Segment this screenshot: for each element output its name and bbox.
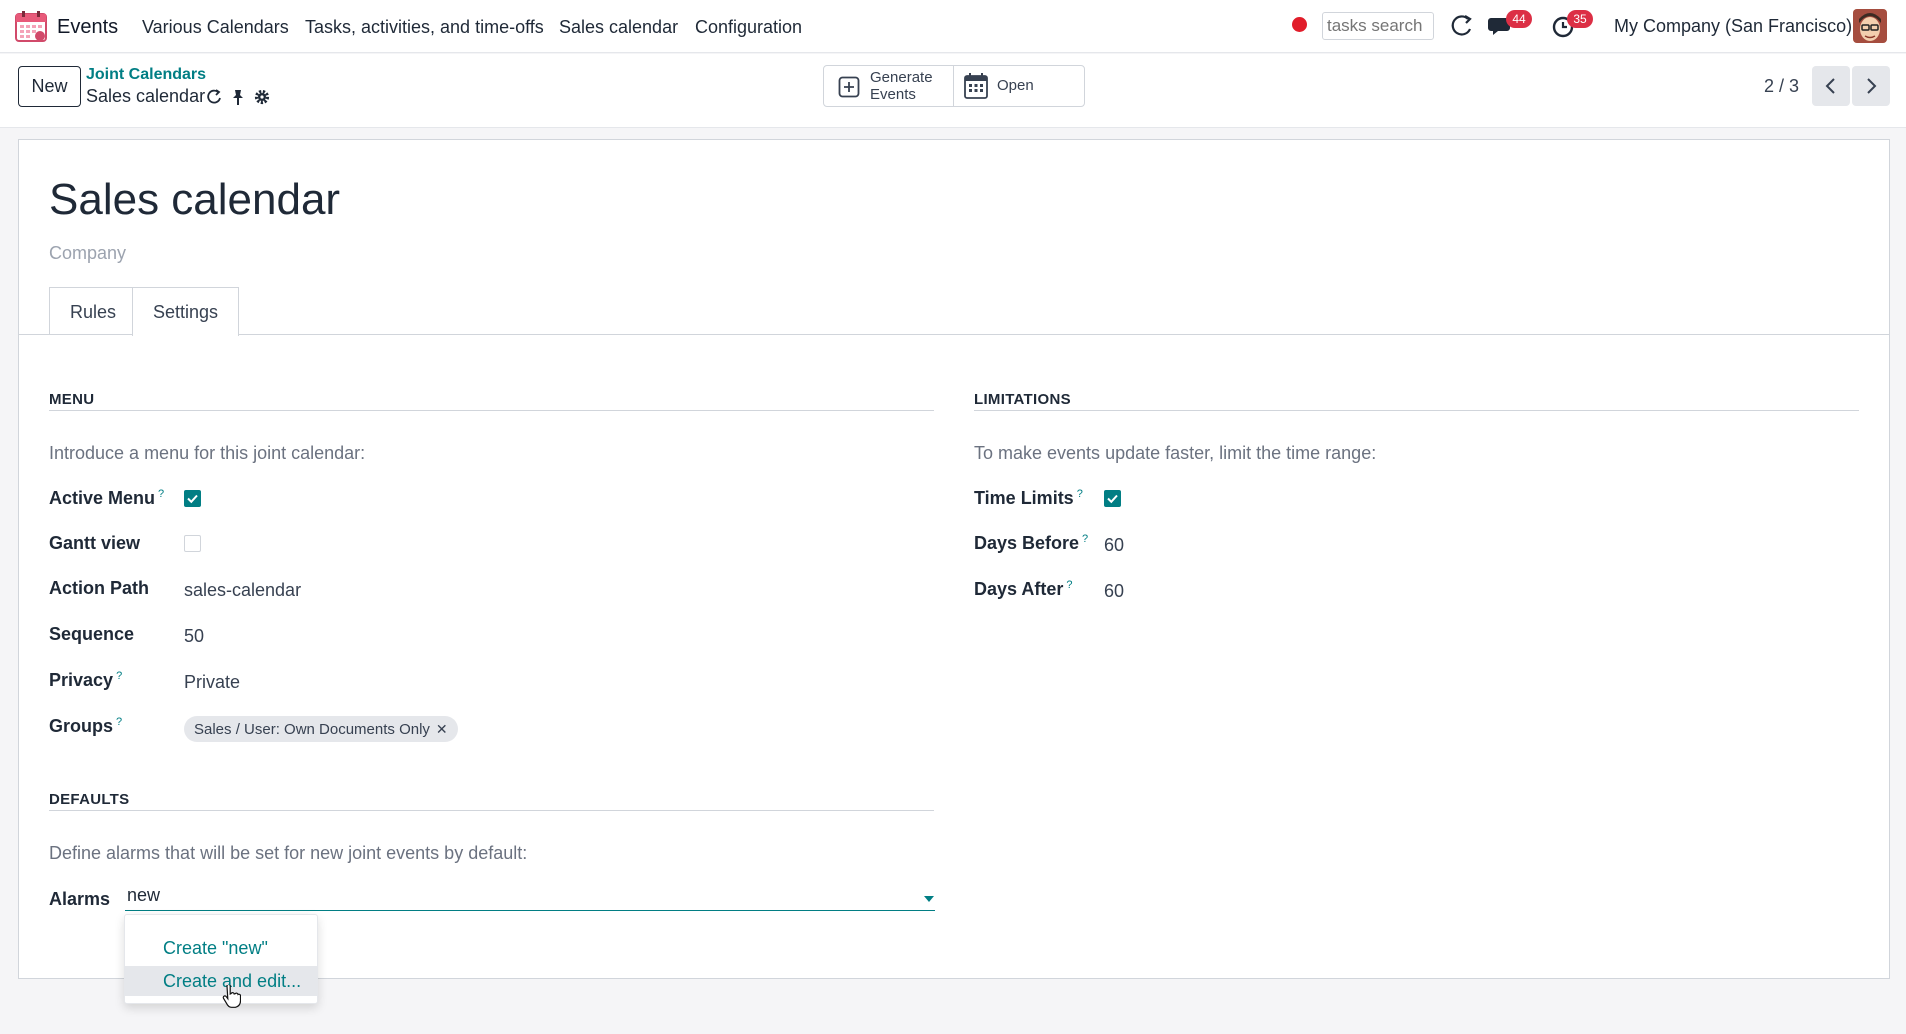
groups-label: Groups? — [49, 716, 123, 736]
open-calendar-button[interactable]: Open — [953, 65, 1085, 107]
record-actions — [205, 88, 271, 106]
sequence-field[interactable]: 50 — [184, 626, 204, 647]
action-path-field[interactable]: sales-calendar — [184, 580, 301, 601]
privacy-select[interactable]: Private — [184, 672, 240, 693]
gantt-view-label: Gantt view — [49, 533, 141, 553]
check-icon — [1107, 494, 1118, 504]
menu-section-title: MENU — [49, 391, 95, 408]
calendar-app-icon[interactable] — [14, 9, 48, 43]
limitations-section-divider — [974, 410, 1859, 411]
help-tooltip-icon: ? — [1066, 579, 1073, 591]
menu-various-calendars[interactable]: Various Calendars — [142, 17, 289, 38]
active-menu-label: Active Menu? — [49, 488, 165, 508]
refresh-icon[interactable] — [1448, 13, 1476, 39]
action-path-label: Action Path — [49, 578, 150, 598]
help-tooltip-icon: ? — [1076, 488, 1083, 500]
add-square-icon — [838, 76, 860, 98]
chevron-left-icon — [1825, 78, 1835, 94]
time-limits-label: Time Limits? — [974, 488, 1083, 508]
new-button[interactable]: New — [18, 66, 81, 107]
activities-badge: 35 — [1567, 10, 1593, 28]
help-tooltip-icon: ? — [116, 716, 123, 728]
chevron-right-icon — [1867, 78, 1877, 94]
tab-rules[interactable]: Rules — [49, 287, 138, 335]
days-after-label: Days After? — [974, 579, 1073, 599]
tab-settings[interactable]: Settings — [132, 287, 240, 336]
menu-sales-calendar[interactable]: Sales calendar — [559, 17, 678, 38]
chevron-down-icon[interactable] — [924, 896, 934, 902]
gantt-view-checkbox[interactable] — [184, 535, 201, 552]
time-limits-checkbox[interactable] — [1104, 490, 1121, 507]
top-navbar: Events Various Calendars Tasks, activiti… — [0, 0, 1906, 53]
help-tooltip-icon: ? — [158, 488, 165, 500]
generate-label-line2: Events — [870, 86, 916, 103]
menu-configuration[interactable]: Configuration — [695, 17, 802, 38]
check-icon — [187, 494, 198, 504]
record-title[interactable]: Sales calendar — [49, 175, 340, 225]
tasks-search-input[interactable] — [1322, 12, 1434, 40]
defaults-section-title: DEFAULTS — [49, 791, 130, 808]
generate-label-line1: Generate — [870, 69, 933, 86]
breadcrumb-current: Sales calendar — [86, 86, 206, 106]
limitations-section-help: To make events update faster, limit the … — [974, 443, 1377, 463]
open-label: Open — [997, 77, 1034, 94]
record-company[interactable]: Company — [49, 243, 126, 264]
help-tooltip-icon: ? — [1082, 533, 1089, 545]
defaults-section-help: Define alarms that will be set for new j… — [49, 843, 528, 863]
create-option[interactable]: Create "new" — [125, 933, 317, 963]
generate-events-button[interactable]: Generate Events — [823, 65, 954, 107]
notebook-tabs: Rules Settings — [19, 287, 1889, 336]
alarms-input[interactable] — [125, 881, 935, 911]
breadcrumb-parent[interactable]: Joint Calendars — [86, 66, 206, 84]
defaults-section-divider — [49, 810, 934, 811]
days-before-field[interactable]: 60 — [1104, 535, 1124, 556]
company-switcher[interactable]: My Company (San Francisco) — [1614, 16, 1852, 37]
menu-tasks-activities[interactable]: Tasks, activities, and time-offs — [305, 17, 544, 38]
alarms-label: Alarms — [49, 889, 111, 909]
record-icon[interactable] — [1292, 17, 1307, 32]
sequence-label: Sequence — [49, 624, 135, 644]
limitations-section-title: LIMITATIONS — [974, 391, 1071, 408]
menu-section-divider — [49, 410, 934, 411]
messages-badge: 44 — [1506, 10, 1532, 28]
app-name[interactable]: Events — [57, 16, 118, 39]
control-panel: New Joint Calendars Sales calendar Gener… — [0, 54, 1906, 128]
privacy-label: Privacy? — [49, 670, 123, 690]
pager-previous-button[interactable] — [1812, 66, 1850, 106]
refresh-icon[interactable] — [205, 88, 223, 106]
days-after-field[interactable]: 60 — [1104, 581, 1124, 602]
pager-next-button[interactable] — [1852, 66, 1890, 106]
days-before-label: Days Before? — [974, 533, 1089, 553]
pager-value[interactable]: 2 / 3 — [1764, 76, 1799, 97]
menu-section-help: Introduce a menu for this joint calendar… — [49, 443, 366, 463]
active-menu-checkbox[interactable] — [184, 490, 201, 507]
gear-icon[interactable] — [253, 88, 271, 106]
avatar[interactable] — [1853, 9, 1887, 43]
close-icon[interactable]: ✕ — [436, 721, 448, 737]
hand-cursor-icon — [222, 985, 241, 1008]
calendar-icon — [964, 73, 988, 99]
pin-icon[interactable] — [229, 88, 247, 106]
form-sheet: Sales calendar Company Rules Settings ME… — [18, 139, 1890, 979]
group-tag: Sales / User: Own Documents Only ✕ — [184, 716, 458, 742]
help-tooltip-icon: ? — [116, 670, 123, 682]
